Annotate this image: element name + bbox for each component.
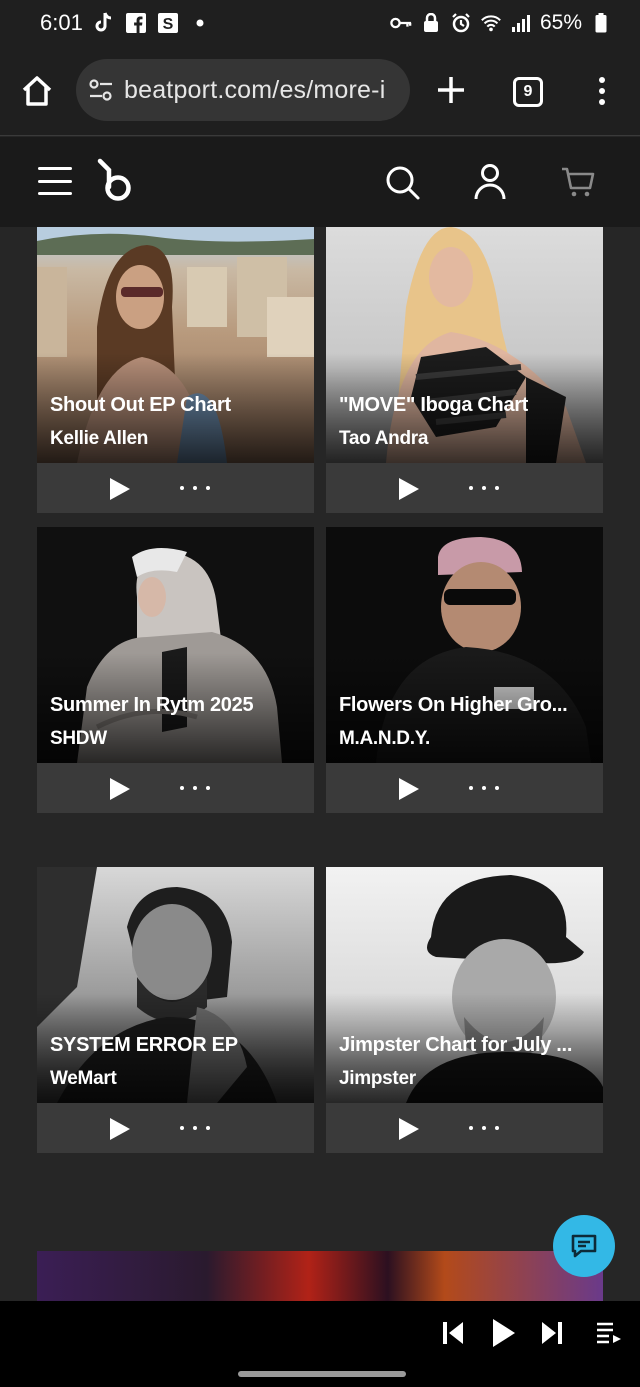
search-icon[interactable] [385,165,421,201]
chart-artist[interactable]: SHDW [50,728,107,750]
chart-title[interactable]: Jimpster Chart for July ... [339,1034,572,1057]
play-icon[interactable] [398,477,420,501]
chart-title[interactable]: "MOVE" Iboga Chart [339,394,528,417]
battery-icon [590,12,612,34]
s-app-icon: S [157,12,179,34]
chart-card[interactable]: SYSTEM ERROR EP WeMart [37,867,314,1153]
more-options-icon[interactable] [469,483,499,493]
new-tab-button[interactable] [434,73,468,107]
play-icon[interactable] [398,1117,420,1141]
hamburger-icon[interactable] [38,167,72,195]
chart-card[interactable]: Jimpster Chart for July ... Jimpster [326,867,603,1153]
more-options-icon[interactable] [180,1123,210,1133]
chart-artist[interactable]: Jimpster [339,1068,416,1090]
home-gesture-pill[interactable] [238,1371,406,1377]
chart-card[interactable]: Shout Out EP Chart Kellie Allen [37,227,314,513]
kebab-icon [599,77,605,83]
more-options-icon[interactable] [469,1123,499,1133]
chart-artist[interactable]: Kellie Allen [50,428,148,450]
card-controls [326,763,603,813]
plus-icon [438,77,464,103]
play-icon[interactable] [109,477,131,501]
system-nav-bar [0,1365,640,1387]
chart-artist[interactable]: WeMart [50,1068,117,1090]
cart-icon[interactable] [561,165,595,199]
battery-percent: 65% [539,11,582,34]
url-text[interactable]: beatport.com/es/more-i [124,76,385,105]
dot-icon [189,12,211,34]
play-icon[interactable] [492,1318,516,1348]
wifi-icon [480,12,502,34]
site-settings-icon[interactable] [88,77,114,103]
browser-toolbar: beatport.com/es/more-i 9 [0,46,640,136]
chart-title[interactable]: Flowers On Higher Gro... [339,694,567,717]
more-options-icon[interactable] [180,783,210,793]
lock-icon [420,12,442,34]
beatport-logo[interactable] [96,157,134,203]
user-icon[interactable] [473,163,507,201]
chart-artist[interactable]: Tao Andra [339,428,428,450]
chart-artwork[interactable]: Jimpster Chart for July ... Jimpster [326,867,603,1103]
chart-artwork[interactable]: Summer In Rytm 2025 SHDW [37,527,314,763]
facebook-icon [125,12,147,34]
key-icon [390,12,412,34]
chart-artwork[interactable]: "MOVE" Iboga Chart Tao Andra [326,227,603,463]
chart-grid: Shout Out EP Chart Kellie Allen "MOVE" I… [0,227,640,1301]
next-section-banner[interactable] [37,1251,603,1301]
play-icon[interactable] [398,777,420,801]
chart-artist[interactable]: M.A.N.D.Y. [339,728,430,750]
alarm-icon [450,12,472,34]
tiktok-icon [93,12,115,34]
next-icon[interactable] [541,1321,563,1345]
card-controls [37,463,314,513]
previous-icon[interactable] [442,1321,464,1345]
home-icon [22,76,52,106]
status-time: 6:01 [40,10,83,35]
address-bar[interactable]: beatport.com/es/more-i [76,59,410,121]
chart-artwork[interactable]: SYSTEM ERROR EP WeMart [37,867,314,1103]
tab-count: 9 [523,83,533,100]
play-icon[interactable] [109,1117,131,1141]
chart-title[interactable]: Summer In Rytm 2025 [50,694,253,717]
chart-title[interactable]: Shout Out EP Chart [50,394,231,417]
chart-card[interactable]: Summer In Rytm 2025 SHDW [37,527,314,813]
chart-title[interactable]: SYSTEM ERROR EP [50,1034,238,1057]
signal-icon [510,12,532,34]
chart-card[interactable]: "MOVE" Iboga Chart Tao Andra [326,227,603,513]
card-controls [37,763,314,813]
status-bar: 6:01 S 65% [0,0,640,46]
queue-icon[interactable] [596,1321,622,1345]
browser-menu-button[interactable] [588,74,616,108]
more-options-icon[interactable] [180,483,210,493]
card-controls [37,1103,314,1153]
site-header [0,137,640,227]
chat-button[interactable] [553,1215,615,1277]
play-icon[interactable] [109,777,131,801]
svg-text:S: S [162,16,173,33]
card-controls [326,1103,603,1153]
chart-card[interactable]: Flowers On Higher Gro... M.A.N.D.Y. [326,527,603,813]
chart-artwork[interactable]: Flowers On Higher Gro... M.A.N.D.Y. [326,527,603,763]
chat-icon [571,1234,597,1258]
more-options-icon[interactable] [469,783,499,793]
mini-player [0,1301,640,1365]
card-controls [326,463,603,513]
home-button[interactable] [20,74,54,108]
chart-artwork[interactable]: Shout Out EP Chart Kellie Allen [37,227,314,463]
tab-switcher-button[interactable]: 9 [513,77,543,107]
